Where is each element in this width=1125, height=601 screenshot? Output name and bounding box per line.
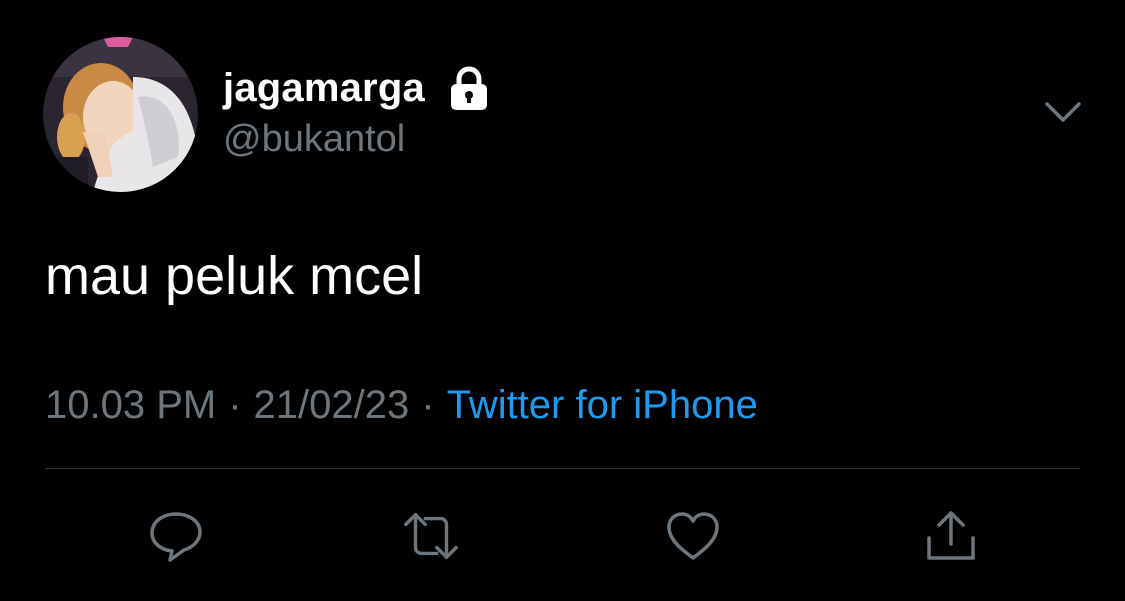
author-handle[interactable]: @bukantol [223, 118, 405, 161]
meta-separator: · [228, 383, 242, 427]
retweet-icon [404, 512, 458, 560]
reply-button[interactable] [145, 505, 207, 567]
tweet-source-link[interactable]: Twitter for iPhone [447, 383, 758, 427]
tweet-time[interactable]: 10.03 PM [45, 383, 216, 427]
avatar-image [43, 37, 198, 192]
reply-icon [150, 512, 202, 562]
meta-separator: · [421, 383, 435, 427]
divider [45, 468, 1080, 469]
lock-icon [447, 65, 491, 111]
tweet-date[interactable]: 21/02/23 [254, 383, 410, 427]
tweet-text: mau peluk mcel [45, 246, 424, 306]
like-button[interactable] [662, 505, 724, 567]
tweet: jagamarga @bukantol mau peluk mcel 10.03… [0, 0, 1125, 601]
retweet-button[interactable] [400, 505, 462, 567]
chevron-down-icon[interactable] [1043, 98, 1083, 126]
share-button[interactable] [920, 505, 982, 567]
author-name-row: jagamarga [223, 62, 491, 114]
heart-icon [667, 512, 719, 560]
share-icon [927, 511, 975, 560]
tweet-meta: 10.03 PM · 21/02/23 · Twitter for iPhone [45, 383, 758, 428]
display-name[interactable]: jagamarga [223, 66, 425, 111]
avatar[interactable] [43, 37, 198, 192]
